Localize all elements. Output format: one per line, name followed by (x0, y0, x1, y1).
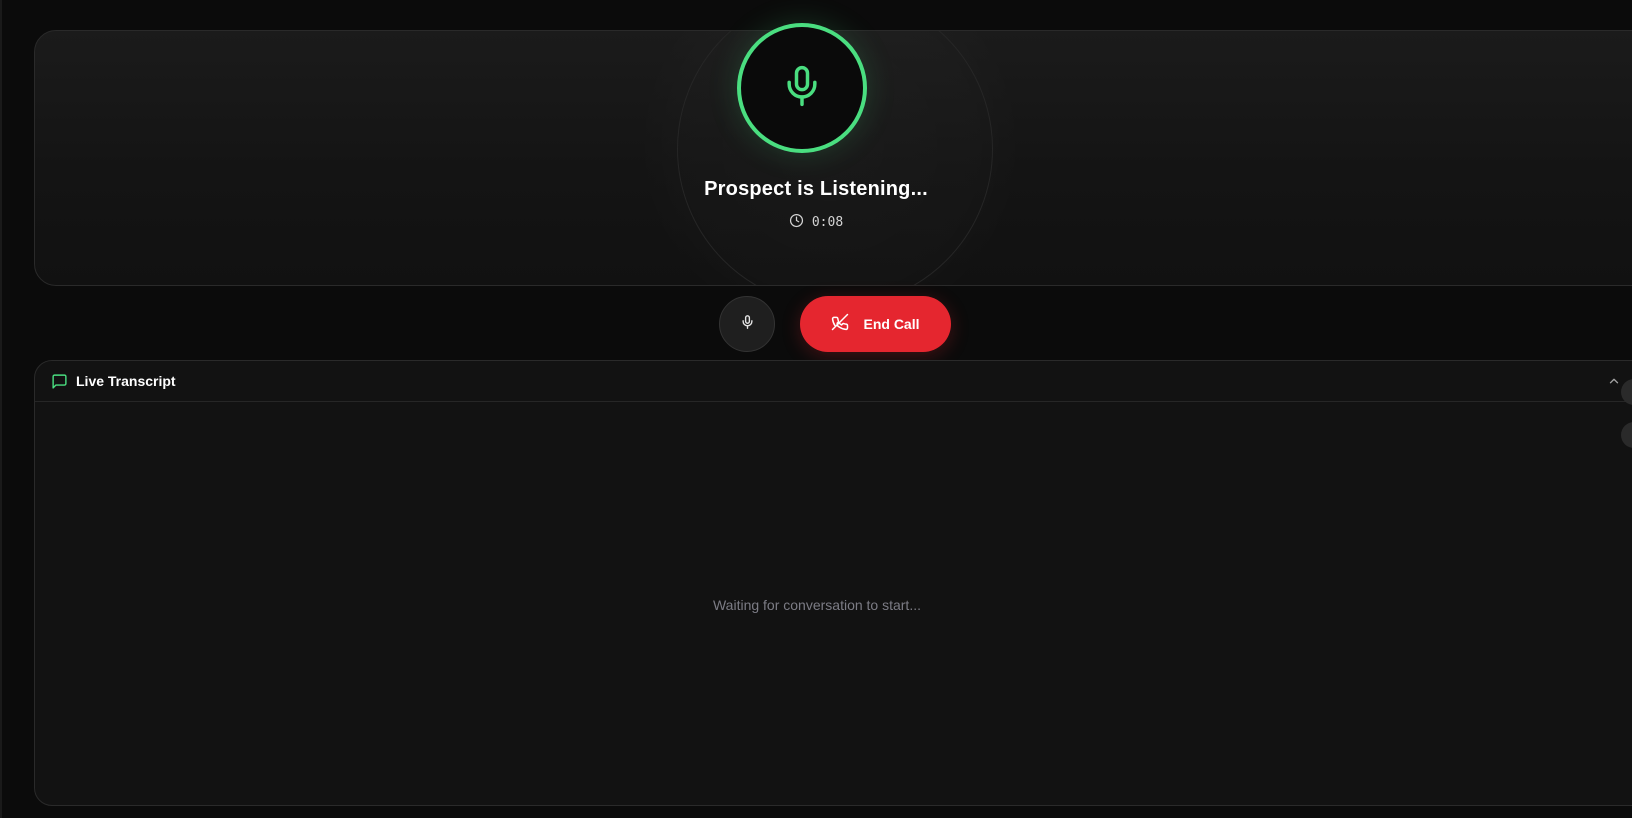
transcript-empty-message: Waiting for conversation to start... (712, 597, 921, 613)
timer-value: 0:08 (811, 215, 844, 230)
transcript-title: Live Transcript (76, 373, 176, 389)
phone-off-icon (831, 313, 849, 336)
chevron-up-icon[interactable] (1605, 372, 1623, 390)
clock-icon (789, 213, 804, 232)
call-timer: 0:08 (0, 213, 1632, 232)
speaking-indicator (737, 23, 867, 153)
end-call-label: End Call (863, 316, 920, 332)
transcript-header[interactable]: Live Transcript (35, 361, 1632, 402)
transcript-panel: Live Transcript Waiting for conversation… (34, 360, 1632, 806)
left-edge-border (0, 0, 2, 818)
microphone-icon (780, 61, 824, 116)
message-square-icon (51, 373, 69, 391)
mute-button[interactable] (719, 296, 775, 352)
microphone-icon (740, 314, 755, 335)
call-page: Prospect is Listening... 0:08 End Call L… (0, 0, 1632, 818)
end-call-button[interactable]: End Call (800, 296, 951, 352)
call-status-title: Prospect is Listening... (704, 178, 928, 200)
